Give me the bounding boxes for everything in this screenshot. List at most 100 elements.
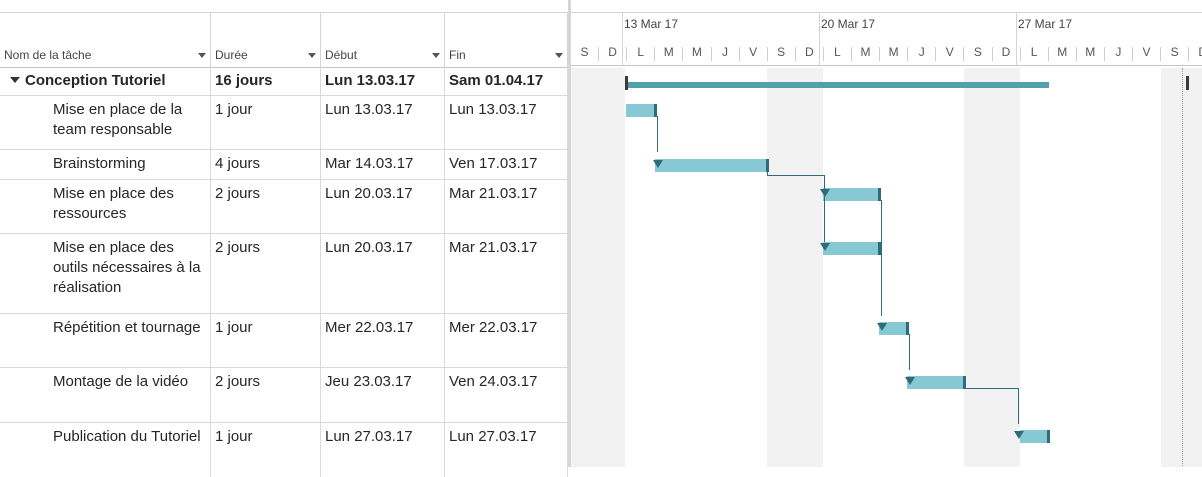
day-separator xyxy=(654,47,656,61)
dependency-link xyxy=(965,388,1018,389)
link-arrow-icon xyxy=(877,323,887,331)
day-label: S xyxy=(973,45,982,59)
task-start[interactable]: Lun 20.03.17 xyxy=(321,180,445,233)
task-name[interactable]: Mise en place des ressources xyxy=(0,180,211,233)
dependency-link xyxy=(909,334,910,370)
day-separator xyxy=(598,47,600,61)
day-separator xyxy=(1132,47,1133,61)
day-label: S xyxy=(1170,45,1179,59)
task-start[interactable]: Lun 13.03.17 xyxy=(321,67,445,95)
task-end[interactable]: Mar 21.03.17 xyxy=(445,234,568,313)
weekend-shade xyxy=(964,68,1020,467)
task-end[interactable]: Lun 27.03.17 xyxy=(445,423,568,477)
filter-dropdown-icon[interactable] xyxy=(198,53,206,58)
day-label: J xyxy=(918,45,925,59)
gantt-chart[interactable]: 13 Mar 17 20 Mar 17 27 Mar 17 SDLMMJVSDL… xyxy=(571,0,1202,467)
task-duration[interactable]: 2 jours xyxy=(211,368,321,422)
dependency-link xyxy=(881,200,882,316)
table-row[interactable]: Montage de la vidéo 2 jours Jeu 23.03.17… xyxy=(0,368,568,423)
column-header-duration[interactable]: Durée xyxy=(211,13,321,67)
timescale-header: 13 Mar 17 20 Mar 17 27 Mar 17 SDLMMJVSDL… xyxy=(571,12,1202,66)
filter-dropdown-icon[interactable] xyxy=(555,53,563,58)
task-end[interactable]: Mer 22.03.17 xyxy=(445,314,568,367)
task-duration[interactable]: 1 jour xyxy=(211,96,321,149)
link-arrow-icon xyxy=(905,377,915,385)
task-bar[interactable] xyxy=(626,104,657,117)
day-separator xyxy=(935,47,937,61)
day-label: L xyxy=(1030,45,1038,59)
day-label: M xyxy=(1085,45,1096,59)
task-name[interactable]: Mise en place de la team responsable xyxy=(0,96,211,149)
task-start[interactable]: Jeu 23.03.17 xyxy=(321,368,445,422)
table-row[interactable]: Mise en place de la team responsable 1 j… xyxy=(0,96,568,150)
task-duration[interactable]: 2 jours xyxy=(211,180,321,233)
link-arrow-icon xyxy=(820,189,830,197)
task-end[interactable]: Mar 21.03.17 xyxy=(445,180,568,233)
column-header-duration-label: Durée xyxy=(215,48,248,62)
task-name[interactable]: Montage de la vidéo xyxy=(0,368,211,422)
task-start[interactable]: Lun 20.03.17 xyxy=(321,234,445,313)
table-row[interactable]: Mise en place des outils nécessaires à l… xyxy=(0,234,568,314)
link-arrow-icon xyxy=(820,243,830,251)
task-duration[interactable]: 16 jours xyxy=(211,67,321,95)
summary-bar-start-cap xyxy=(625,76,628,90)
task-start[interactable]: Mar 14.03.17 xyxy=(321,150,445,179)
dependency-link xyxy=(767,175,825,176)
task-duration[interactable]: 4 jours xyxy=(211,150,321,179)
day-label: V xyxy=(749,45,758,59)
task-end[interactable]: Sam 01.04.17 xyxy=(445,67,568,95)
task-end[interactable]: Ven 17.03.17 xyxy=(445,150,568,179)
dependency-link xyxy=(824,175,825,242)
dependency-link xyxy=(1018,388,1019,424)
day-label: M xyxy=(888,45,899,59)
day-label: D xyxy=(804,45,814,59)
task-name-cell[interactable]: Conception Tutoriel xyxy=(0,67,211,95)
task-bar[interactable] xyxy=(655,159,769,172)
task-end[interactable]: Lun 13.03.17 xyxy=(445,96,568,149)
filter-dropdown-icon[interactable] xyxy=(308,53,316,58)
task-name: Conception Tutoriel xyxy=(25,72,166,89)
table-row[interactable]: Publication du Tutoriel 1 jour Lun 27.03… xyxy=(0,423,568,477)
task-end[interactable]: Ven 24.03.17 xyxy=(445,368,568,422)
column-header-start[interactable]: Début xyxy=(321,13,445,67)
day-label: M xyxy=(1057,45,1068,59)
day-separator xyxy=(879,47,881,61)
collapse-triangle-icon[interactable] xyxy=(10,77,20,84)
task-start[interactable]: Lun 13.03.17 xyxy=(321,96,445,149)
column-header-name[interactable]: Nom de la tâche xyxy=(0,13,211,67)
task-start[interactable]: Lun 27.03.17 xyxy=(321,423,445,477)
day-label: J xyxy=(1115,45,1122,59)
day-separator xyxy=(766,47,768,61)
column-header-end-label: Fin xyxy=(449,48,466,62)
task-name[interactable]: Brainstorming xyxy=(0,150,211,179)
day-separator xyxy=(682,47,684,61)
task-name[interactable]: Mise en place des outils nécessaires à l… xyxy=(0,234,211,313)
link-arrow-icon xyxy=(1014,431,1024,439)
task-duration[interactable]: 2 jours xyxy=(211,234,321,313)
summary-bar[interactable] xyxy=(625,82,1049,88)
filter-dropdown-icon[interactable] xyxy=(432,53,440,58)
task-name[interactable]: Publication du Tutoriel xyxy=(0,423,211,477)
table-row[interactable]: Répétition et tournage 1 jour Mer 22.03.… xyxy=(0,314,568,368)
task-bar[interactable] xyxy=(907,376,966,389)
day-label: S xyxy=(777,45,786,59)
task-bar[interactable] xyxy=(823,188,881,201)
task-duration[interactable]: 1 jour xyxy=(211,314,321,367)
table-row[interactable]: Brainstorming 4 jours Mar 14.03.17 Ven 1… xyxy=(0,150,568,180)
week-label: 27 Mar 17 xyxy=(1018,17,1073,31)
table-row-summary[interactable]: Conception Tutoriel 16 jours Lun 13.03.1… xyxy=(0,67,568,96)
day-separator xyxy=(851,47,852,61)
column-header-end[interactable]: Fin xyxy=(445,13,568,67)
day-separator xyxy=(991,47,993,61)
day-separator xyxy=(1075,47,1077,61)
day-separator xyxy=(626,47,628,61)
day-separator xyxy=(1160,47,1162,61)
task-bar[interactable] xyxy=(1020,430,1050,443)
task-bar[interactable] xyxy=(823,242,881,255)
day-separator xyxy=(1188,47,1190,61)
task-duration[interactable]: 1 jour xyxy=(211,423,321,477)
day-label: M xyxy=(860,45,871,59)
task-start[interactable]: Mer 22.03.17 xyxy=(321,314,445,367)
table-row[interactable]: Mise en place des ressources 2 jours Lun… xyxy=(0,180,568,234)
task-name[interactable]: Répétition et tournage xyxy=(0,314,211,367)
